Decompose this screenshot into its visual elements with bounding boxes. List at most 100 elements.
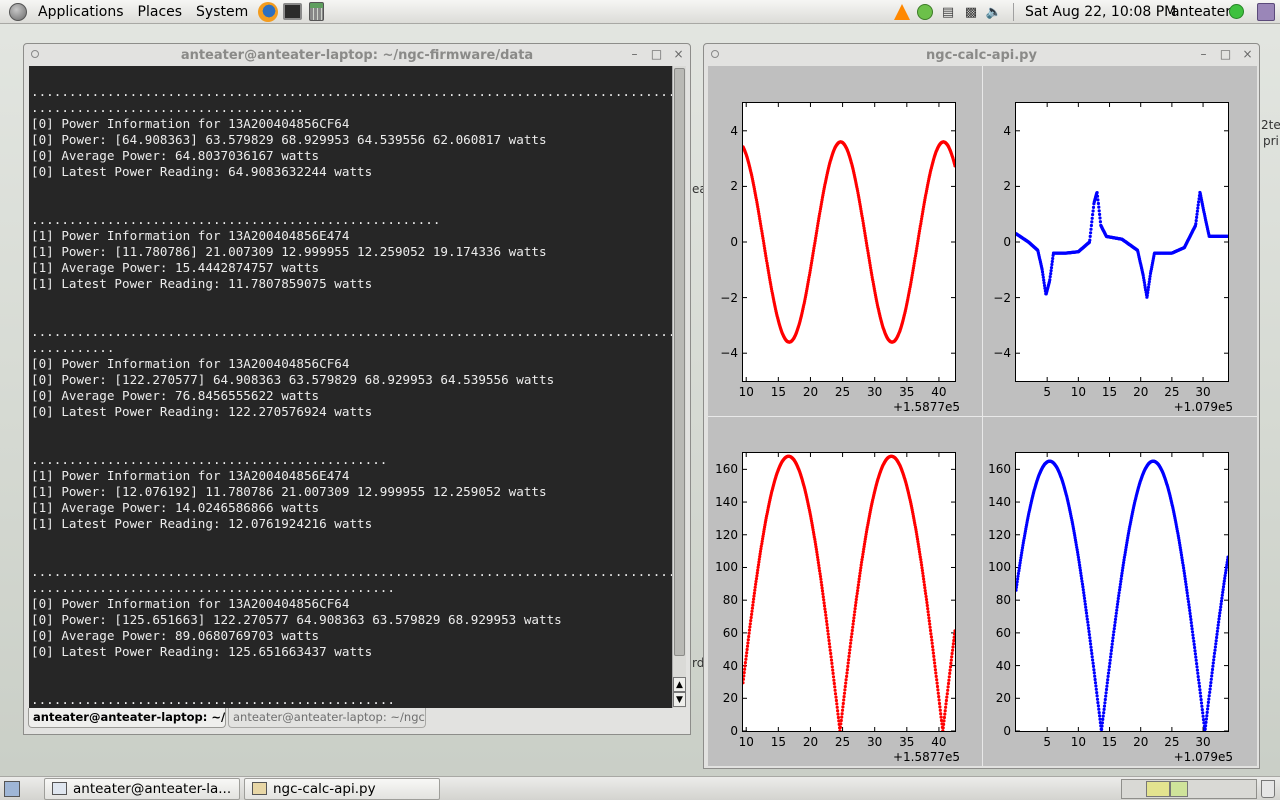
data-point: [755, 574, 759, 578]
figure-canvas[interactable]: −4 −2 0 2 4 10 15 20 25 30 35 40 +1.5877e5 −4 −2 0 2 4 5 10…: [708, 66, 1257, 766]
data-point: [847, 651, 851, 655]
data-point: [1084, 605, 1088, 609]
plot-titlebar[interactable]: ngc-calc-api.py – □ ×: [704, 44, 1259, 66]
firefox-launcher[interactable]: [257, 1, 279, 23]
data-point: [1212, 655, 1216, 659]
data-point: [1195, 215, 1199, 219]
data-point: [1041, 273, 1045, 277]
workspace-switcher[interactable]: [1121, 779, 1257, 799]
network-icon[interactable]: ▤: [939, 3, 957, 21]
data-point: [1088, 636, 1092, 640]
chart-axes-top-right[interactable]: [1015, 102, 1229, 382]
workspace-2[interactable]: [1170, 781, 1188, 797]
data-point: [1204, 720, 1208, 724]
data-point: [842, 698, 846, 702]
vlc-icon[interactable]: [893, 3, 911, 21]
data-point: [836, 712, 840, 716]
data-point: [1222, 582, 1226, 586]
user-menu[interactable]: anteater: [1171, 0, 1231, 24]
terminal-line: [0] Power Information for 13A200404856CF…: [31, 596, 350, 611]
data-point: [818, 572, 822, 576]
data-point: [1210, 667, 1215, 672]
data-point: [1042, 283, 1047, 288]
data-point: [1218, 608, 1222, 612]
subplot-divider: [708, 416, 1257, 417]
data-point: [1098, 220, 1102, 224]
data-point: [840, 712, 844, 716]
data-point: [920, 566, 924, 570]
display-icon[interactable]: ▩: [962, 3, 980, 21]
terminal-titlebar[interactable]: anteater@anteater-laptop: ~/ngc-firmware…: [24, 44, 690, 66]
data-point: [1189, 621, 1193, 625]
user-status-icon[interactable]: [1229, 4, 1244, 19]
data-point: [925, 600, 929, 605]
taskbar-terminal[interactable]: anteater@anteater-la...: [44, 778, 240, 800]
data-point: [847, 654, 851, 658]
scroll-up-icon[interactable]: ▲: [673, 677, 686, 692]
data-point: [1100, 727, 1104, 731]
data-point: [845, 671, 849, 675]
trash-icon[interactable]: [1261, 780, 1275, 798]
x-offset-label: +1.5877e5: [892, 400, 960, 414]
data-point: [817, 563, 821, 567]
data-point: [931, 645, 935, 649]
clock[interactable]: Sat Aug 22, 10:08 PM: [1025, 0, 1176, 24]
terminal-line: ........................................…: [31, 324, 672, 339]
data-point: [924, 591, 928, 596]
scroll-down-icon[interactable]: ▼: [673, 692, 686, 707]
scrollbar-thumb[interactable]: [674, 68, 685, 656]
terminal-line: ........................................…: [31, 564, 672, 579]
shutdown-icon[interactable]: [1257, 3, 1275, 21]
chart-plot-area: [743, 453, 955, 731]
y-tick-label: 100: [715, 560, 738, 575]
data-point: [1224, 568, 1228, 572]
chart-axes-bottom-right[interactable]: [1015, 452, 1229, 732]
terminal-line: ...........: [31, 340, 115, 355]
data-point: [921, 574, 925, 578]
data-point: [743, 667, 747, 671]
chart-axes-bottom-left[interactable]: [742, 452, 956, 732]
terminal-launcher[interactable]: [281, 1, 303, 23]
maximize-icon[interactable]: □: [1219, 47, 1232, 61]
calculator-launcher[interactable]: [305, 1, 327, 23]
data-point: [1197, 678, 1201, 682]
minimize-icon[interactable]: –: [1197, 47, 1210, 61]
y-tick-label: −4: [720, 346, 738, 361]
menu-places[interactable]: Places: [131, 0, 190, 24]
close-icon[interactable]: ×: [672, 47, 685, 61]
data-point: [1196, 671, 1200, 675]
terminal-scrollbar[interactable]: ▲ ▼: [672, 66, 686, 708]
data-point: [1112, 627, 1116, 631]
window-menu-icon[interactable]: [31, 50, 39, 58]
tab-terminal-1[interactable]: anteater@anteater-laptop: ~/ngc: [28, 708, 226, 728]
tab-terminal-2[interactable]: anteater@anteater-laptop: ~/ngc-firm: [228, 708, 426, 728]
y-tick-label: 4: [730, 123, 738, 138]
volume-icon[interactable]: 🔈: [985, 3, 1003, 21]
maximize-icon[interactable]: □: [650, 47, 663, 61]
gnome-foot-icon[interactable]: [9, 2, 27, 21]
data-point: [1105, 681, 1109, 685]
terminal-line: ........................................…: [31, 580, 395, 595]
workspace-1[interactable]: [1146, 781, 1170, 797]
window-menu-icon[interactable]: [711, 50, 719, 58]
x-tick-label: 10: [738, 735, 754, 749]
menu-applications[interactable]: Applications: [31, 0, 131, 24]
data-point: [919, 558, 923, 562]
chart-axes-top-left[interactable]: [742, 102, 956, 382]
data-point: [834, 698, 838, 703]
data-point: [743, 664, 747, 668]
close-icon[interactable]: ×: [1241, 47, 1254, 61]
pidgin-icon[interactable]: [916, 3, 934, 21]
data-point: [1093, 674, 1097, 678]
show-desktop-icon[interactable]: [4, 781, 20, 797]
taskbar-plot[interactable]: ngc-calc-api.py: [244, 778, 440, 800]
minimize-icon[interactable]: –: [628, 47, 641, 61]
x-tick-label: 25: [1164, 735, 1180, 749]
data-point: [749, 619, 753, 623]
data-point: [1117, 591, 1121, 595]
terminal-window: anteater@anteater-laptop: ~/ngc-firmware…: [23, 43, 691, 735]
terminal-output[interactable]: ........................................…: [29, 66, 672, 708]
menu-system[interactable]: System: [189, 0, 255, 24]
data-point: [743, 677, 745, 681]
